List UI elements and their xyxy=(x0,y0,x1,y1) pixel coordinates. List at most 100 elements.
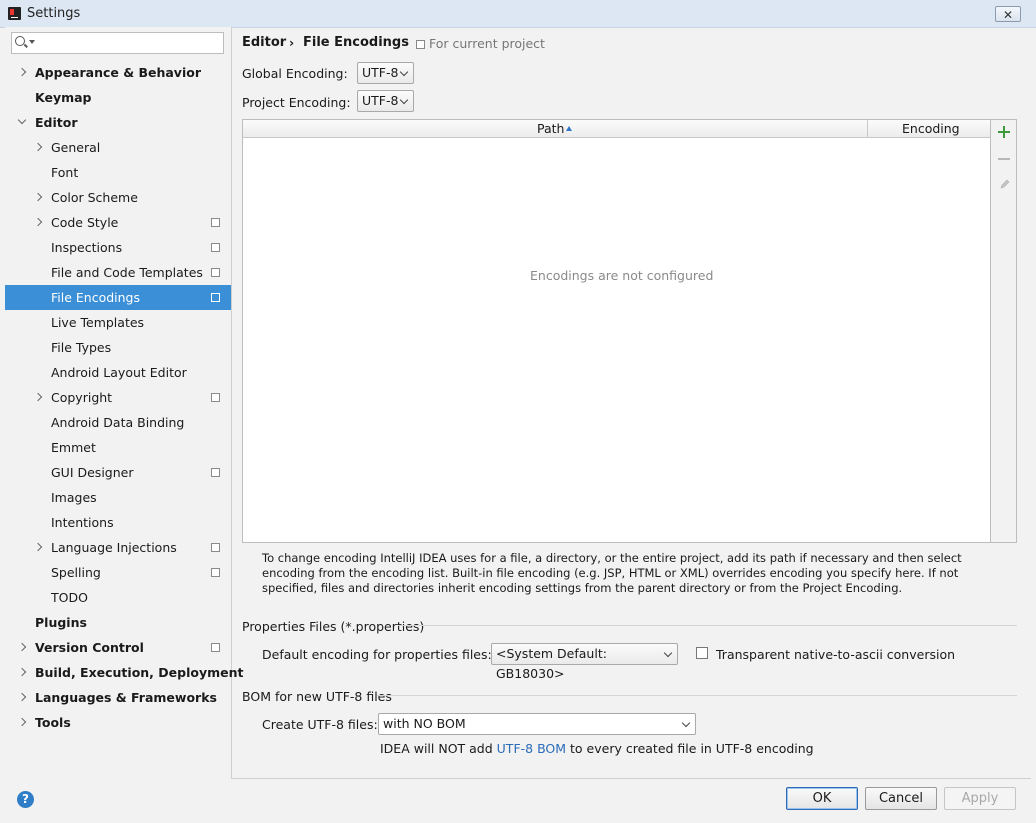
bottom-divider xyxy=(231,778,1031,779)
search-icon xyxy=(15,36,25,46)
chevron-right-icon[interactable] xyxy=(17,692,27,702)
chevron-down-icon xyxy=(663,648,673,658)
project-scope-icon xyxy=(209,241,220,252)
sidebar-item-tools[interactable]: Tools xyxy=(5,710,231,735)
chevron-down-icon xyxy=(399,67,409,77)
sidebar-item-android-layout-editor[interactable]: Android Layout Editor xyxy=(5,360,231,385)
chevron-right-icon[interactable] xyxy=(33,542,43,552)
chevron-right-icon[interactable] xyxy=(17,642,27,652)
sidebar-item-label: File Encodings xyxy=(51,290,141,305)
sidebar-item-gui-designer[interactable]: GUI Designer xyxy=(5,460,231,485)
sidebar-item-font[interactable]: Font xyxy=(5,160,231,185)
plus-icon[interactable] xyxy=(998,126,1010,138)
chevron-down-icon[interactable] xyxy=(17,115,27,125)
chevron-right-icon[interactable] xyxy=(33,142,43,152)
sidebar-item-plugins[interactable]: Plugins xyxy=(5,610,231,635)
encoding-column-header[interactable]: Encoding xyxy=(902,121,960,136)
sidebar-item-code-style[interactable]: Code Style xyxy=(5,210,231,235)
sidebar-item-label: Emmet xyxy=(51,440,96,455)
transparent-conversion-checkbox[interactable] xyxy=(696,647,708,659)
sidebar-item-general[interactable]: General xyxy=(5,135,231,160)
sidebar-item-label: Appearance & Behavior xyxy=(35,65,201,80)
sidebar-item-copyright[interactable]: Copyright xyxy=(5,385,231,410)
utf8-bom-link[interactable]: UTF-8 BOM xyxy=(497,741,566,756)
table-header xyxy=(243,120,990,138)
create-utf8-label: Create UTF-8 files: xyxy=(262,717,378,732)
chevron-right-icon[interactable] xyxy=(33,192,43,202)
sidebar-item-emmet[interactable]: Emmet xyxy=(5,435,231,460)
encoding-help-text: To change encoding IntelliJ IDEA uses fo… xyxy=(262,551,962,595)
sidebar-item-label: Intentions xyxy=(51,515,114,530)
sidebar-item-label: TODO xyxy=(51,590,88,605)
sidebar-item-label: Languages & Frameworks xyxy=(35,690,217,705)
project-scope-icon xyxy=(209,641,220,652)
project-encoding-label: Project Encoding: xyxy=(242,95,351,110)
sidebar-item-label: Editor xyxy=(35,115,78,130)
sort-ascending-icon xyxy=(566,126,572,131)
properties-section-title: Properties Files (*.properties) xyxy=(242,619,425,634)
chevron-right-icon[interactable] xyxy=(17,667,27,677)
project-scope-icon xyxy=(209,291,220,302)
sidebar-item-images[interactable]: Images xyxy=(5,485,231,510)
properties-default-label: Default encoding for properties files: xyxy=(262,647,492,662)
properties-encoding-select[interactable]: <System Default: GB18030> xyxy=(491,643,678,681)
ok-button[interactable]: OK xyxy=(786,787,858,810)
cancel-button[interactable]: Cancel xyxy=(865,787,937,810)
minus-icon[interactable] xyxy=(998,158,1010,160)
sidebar-item-build-execution-deployment[interactable]: Build, Execution, Deployment xyxy=(5,660,243,685)
apply-button[interactable]: Apply xyxy=(944,787,1016,810)
path-column-header[interactable]: Path xyxy=(537,121,564,136)
sidebar-item-label: GUI Designer xyxy=(51,465,134,480)
bom-note-suffix: to every created file in UTF-8 encoding xyxy=(566,741,814,756)
sidebar-item-label: Plugins xyxy=(35,615,87,630)
sidebar-item-file-encodings[interactable]: File Encodings xyxy=(5,285,231,310)
sidebar-item-label: Inspections xyxy=(51,240,123,255)
chevron-right-icon[interactable] xyxy=(17,717,27,727)
bom-note-prefix: IDEA will NOT add xyxy=(380,741,497,756)
sidebar-item-todo[interactable]: TODO xyxy=(5,585,231,610)
sidebar-item-label: Spelling xyxy=(51,565,101,580)
column-divider[interactable] xyxy=(867,120,868,137)
sidebar-item-intentions[interactable]: Intentions xyxy=(5,510,231,535)
create-utf8-select[interactable]: with NO BOM xyxy=(378,713,696,735)
sidebar-item-keymap[interactable]: Keymap xyxy=(5,85,231,110)
sidebar-item-label: Images xyxy=(51,490,97,505)
encodings-table[interactable] xyxy=(242,119,991,543)
sidebar-item-appearance-behavior[interactable]: Appearance & Behavior xyxy=(5,60,231,85)
sidebar-item-file-and-code-templates[interactable]: File and Code Templates xyxy=(5,260,231,285)
page-title: File Encodings xyxy=(303,35,409,50)
table-empty-message: Encodings are not configured xyxy=(530,268,714,283)
bom-note: IDEA will NOT add UTF-8 BOM to every cre… xyxy=(380,741,814,756)
chevron-right-icon[interactable] xyxy=(33,217,43,227)
help-button[interactable]: ? xyxy=(17,791,34,808)
sidebar-item-label: File Types xyxy=(51,340,112,355)
project-scope-icon xyxy=(209,566,220,577)
sidebar-item-version-control[interactable]: Version Control xyxy=(5,635,231,660)
project-scope-icon xyxy=(209,216,220,227)
sidebar-item-editor[interactable]: Editor xyxy=(5,110,231,135)
transparent-conversion-label[interactable]: Transparent native-to-ascii conversion xyxy=(716,647,955,662)
chevron-down-icon xyxy=(399,95,409,105)
close-window-button[interactable]: ✕ xyxy=(995,6,1021,22)
sidebar-item-file-types[interactable]: File Types xyxy=(5,335,231,360)
pencil-icon[interactable] xyxy=(999,178,1010,190)
settings-search-input[interactable] xyxy=(11,32,224,54)
bom-section-title: BOM for new UTF-8 files xyxy=(242,689,392,704)
sidebar-item-inspections[interactable]: Inspections xyxy=(5,235,231,260)
project-encoding-select[interactable]: UTF-8 xyxy=(357,90,414,112)
create-utf8-value: with NO BOM xyxy=(383,716,466,731)
chevron-right-icon[interactable] xyxy=(33,392,43,402)
chevron-right-icon[interactable] xyxy=(17,67,27,77)
sidebar-item-color-scheme[interactable]: Color Scheme xyxy=(5,185,231,210)
scope-label: For current project xyxy=(429,36,545,51)
search-dropdown-caret-icon[interactable] xyxy=(29,40,35,44)
global-encoding-select[interactable]: UTF-8 xyxy=(357,62,414,84)
intellij-app-icon xyxy=(8,7,21,20)
sidebar-item-label: Build, Execution, Deployment xyxy=(35,665,244,680)
sidebar-item-language-injections[interactable]: Language Injections xyxy=(5,535,231,560)
sidebar-item-spelling[interactable]: Spelling xyxy=(5,560,231,585)
sidebar-item-android-data-binding[interactable]: Android Data Binding xyxy=(5,410,231,435)
project-scope-icon xyxy=(416,40,425,49)
sidebar-item-live-templates[interactable]: Live Templates xyxy=(5,310,231,335)
sidebar-item-languages-frameworks[interactable]: Languages & Frameworks xyxy=(5,685,231,710)
